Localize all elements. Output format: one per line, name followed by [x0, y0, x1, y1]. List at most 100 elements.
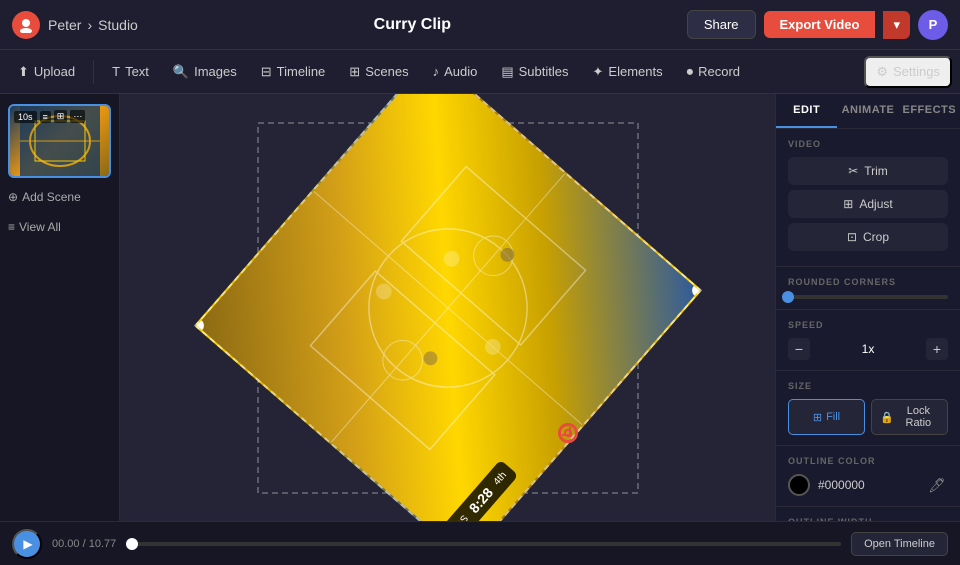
elements-icon: ✦: [593, 64, 604, 80]
profile-button[interactable]: P: [918, 10, 948, 40]
speed-section: SPEED − 1x +: [776, 310, 960, 371]
scenes-label: Scenes: [365, 64, 408, 79]
tab-edit[interactable]: EDIT: [776, 94, 837, 128]
scene-list-icon: ≡: [40, 111, 51, 123]
tab-effects[interactable]: EFFECTS: [899, 94, 960, 128]
lock-ratio-label: Lock Ratio: [898, 405, 939, 429]
text-label: Text: [125, 64, 149, 79]
images-icon: 🔍: [173, 64, 189, 80]
platform-name: Studio: [98, 17, 138, 33]
speed-decrease-button[interactable]: −: [788, 338, 810, 360]
speed-control: − 1x +: [788, 338, 948, 360]
crop-label: Crop: [863, 230, 889, 244]
current-time: 00.00 / 10.77: [52, 538, 116, 550]
share-button[interactable]: Share: [687, 10, 756, 39]
adjust-icon: ⊞: [843, 197, 853, 211]
corners-section: ROUNDED CORNERS: [776, 267, 960, 310]
export-button[interactable]: Export Video: [764, 11, 876, 38]
top-bar-right: Share Export Video ▾ P: [687, 10, 948, 40]
lock-ratio-button[interactable]: 🔒 Lock Ratio: [871, 399, 948, 435]
audio-icon: ♪: [433, 64, 440, 79]
audio-label: Audio: [444, 64, 477, 79]
user-avatar: [12, 11, 40, 39]
elements-label: Elements: [608, 64, 662, 79]
play-icon: ▶: [23, 537, 32, 551]
view-all-label: View All: [19, 220, 61, 234]
scene-time: 10s: [14, 111, 37, 123]
speed-increase-button[interactable]: +: [926, 338, 948, 360]
upload-label: Upload: [34, 64, 75, 79]
color-row: #000000 🖊: [788, 474, 948, 496]
adjust-label: Adjust: [859, 197, 892, 211]
upload-button[interactable]: ⬆ Upload: [8, 58, 85, 86]
add-scene-icon: ⊕: [8, 190, 18, 204]
right-panel: EDIT ANIMATE EFFECTS VIDEO ✂ Trim ⊞ Adju…: [775, 94, 960, 521]
add-scene-label: Add Scene: [22, 190, 81, 204]
corners-slider[interactable]: [788, 295, 948, 299]
text-icon: T: [112, 64, 120, 79]
timeline-bar[interactable]: [126, 542, 841, 546]
trim-icon: ✂: [848, 164, 858, 178]
video-section: VIDEO ✂ Trim ⊞ Adjust ⊡ Crop: [776, 129, 960, 267]
images-label: Images: [194, 64, 237, 79]
fill-button[interactable]: ⊞ Fill: [788, 399, 865, 435]
upload-icon: ⬆: [18, 64, 29, 80]
record-button[interactable]: ⏺ Record: [677, 58, 750, 86]
trim-button[interactable]: ✂ Trim: [788, 157, 948, 185]
score-quarter: 4th: [491, 469, 508, 487]
fill-icon: ⊞: [813, 411, 822, 424]
settings-icon: ⚙: [876, 64, 888, 80]
view-all-button[interactable]: ≡ View All: [8, 216, 111, 238]
outline-color-value: #000000: [818, 478, 918, 492]
subtitles-label: Subtitles: [519, 64, 569, 79]
top-bar-left: Peter › Studio: [12, 11, 138, 39]
speed-value: 1x: [818, 342, 918, 356]
lock-icon: 🔒: [880, 411, 894, 424]
panel-tabs: EDIT ANIMATE EFFECTS: [776, 94, 960, 129]
subtitles-button[interactable]: ▤ Subtitles: [491, 58, 578, 86]
crop-button[interactable]: ⊡ Crop: [788, 223, 948, 251]
video-frame: GS 8:28 4th: [228, 94, 668, 521]
scene-more-icon: ⋯: [70, 110, 85, 123]
user-name[interactable]: Peter: [48, 17, 81, 33]
canvas-area[interactable]: GS 8:28 4th: [120, 94, 775, 521]
play-button[interactable]: ▶: [12, 529, 42, 559]
size-buttons: ⊞ Fill 🔒 Lock Ratio: [788, 399, 948, 435]
export-dropdown-button[interactable]: ▾: [883, 11, 910, 39]
outline-color-label: OUTLINE COLOR: [788, 456, 948, 466]
images-button[interactable]: 🔍 Images: [163, 58, 247, 86]
open-timeline-button[interactable]: Open Timeline: [851, 532, 948, 556]
top-bar: Peter › Studio Curry Clip Share Export V…: [0, 0, 960, 50]
timeline-label: Timeline: [277, 64, 326, 79]
text-button[interactable]: T Text: [102, 58, 159, 85]
toolbar-separator: [93, 60, 94, 84]
outline-width-section: OUTLINE WIDTH − 0 +: [776, 507, 960, 521]
settings-label: Settings: [893, 64, 940, 79]
size-section-label: SIZE: [788, 381, 948, 391]
scene-thumbnail[interactable]: 10s ≡ ⊞ ⋯: [8, 104, 111, 178]
main-content: 10s ≡ ⊞ ⋯ ⊕ Add Scene ≡ View All: [0, 94, 960, 521]
outline-color-swatch[interactable]: [788, 474, 810, 496]
size-section: SIZE ⊞ Fill 🔒 Lock Ratio: [776, 371, 960, 446]
scenes-button[interactable]: ⊞ Scenes: [339, 58, 418, 86]
settings-button[interactable]: ⚙ Settings: [864, 56, 952, 88]
elements-button[interactable]: ✦ Elements: [583, 58, 673, 86]
scene-copy-icon: ⊞: [54, 110, 68, 123]
view-all-icon: ≡: [8, 220, 15, 234]
fill-label: Fill: [826, 411, 840, 423]
breadcrumb: Peter › Studio: [48, 17, 138, 33]
add-scene-button[interactable]: ⊕ Add Scene: [8, 186, 111, 208]
timeline-thumb[interactable]: [126, 538, 138, 550]
timeline-button[interactable]: ⊟ Timeline: [251, 58, 336, 86]
video-section-label: VIDEO: [788, 139, 948, 149]
rotation-point[interactable]: [558, 423, 578, 443]
audio-button[interactable]: ♪ Audio: [423, 58, 488, 85]
score-display: GS: [452, 513, 470, 521]
project-title: Curry Clip: [374, 16, 451, 34]
tab-animate[interactable]: ANIMATE: [837, 94, 898, 128]
adjust-button[interactable]: ⊞ Adjust: [788, 190, 948, 218]
eyedropper-button[interactable]: 🖊: [926, 474, 948, 496]
video-clip[interactable]: GS 8:28 4th: [194, 94, 702, 521]
record-icon: ⏺: [687, 64, 694, 80]
bottom-bar: ▶ 00.00 / 10.77 Open Timeline: [0, 521, 960, 565]
